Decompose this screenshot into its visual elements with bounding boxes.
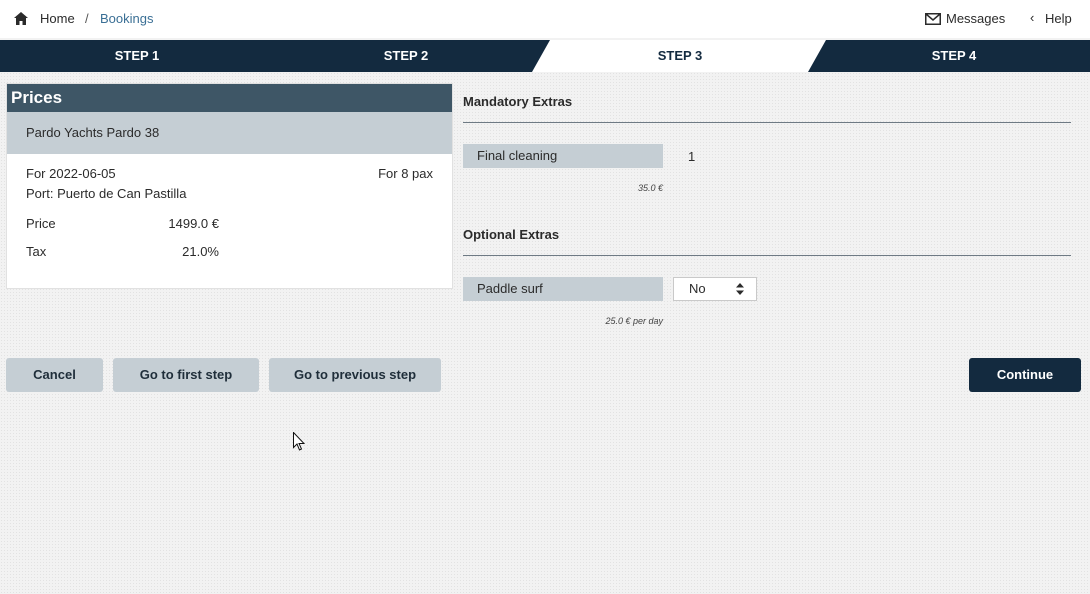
mandatory-divider — [463, 122, 1071, 123]
extra-price: 25.0 € per day — [605, 316, 663, 326]
select-value: No — [689, 281, 706, 296]
step-progress: STEP 1 STEP 2 STEP 3 STEP 4 — [0, 40, 1090, 72]
extra-label: Paddle surf — [477, 281, 543, 296]
extra-final-cleaning: Final cleaning 35.0 € — [463, 144, 663, 193]
port-name: Port: Puerto de Can Pastilla — [26, 186, 187, 201]
boat-name: Pardo Yachts Pardo 38 — [7, 112, 452, 154]
prices-card: Prices Pardo Yachts Pardo 38 For 2022-06… — [6, 83, 453, 289]
paddle-surf-select[interactable]: No — [673, 277, 757, 301]
step-3-active: STEP 3 — [657, 48, 703, 63]
previous-step-button[interactable]: Go to previous step — [269, 358, 441, 392]
messages-link[interactable]: Messages — [946, 11, 1005, 26]
step-1: STEP 1 — [114, 48, 160, 63]
chevron-left-icon: ‹ — [1030, 10, 1035, 25]
breadcrumb-bookings[interactable]: Bookings — [100, 11, 153, 26]
cancel-button[interactable]: Cancel — [6, 358, 103, 392]
sort-arrows-icon — [736, 283, 744, 295]
price-label: Price — [26, 216, 56, 231]
step-2: STEP 2 — [383, 48, 429, 63]
tax-value: 21.0% — [182, 244, 219, 259]
price-value: 1499.0 € — [168, 216, 219, 231]
step-4: STEP 4 — [931, 48, 977, 63]
mandatory-extras-title: Mandatory Extras — [463, 94, 573, 109]
breadcrumb-separator: / — [85, 11, 89, 26]
mail-icon[interactable] — [925, 13, 941, 25]
optional-divider — [463, 255, 1071, 256]
continue-button[interactable]: Continue — [969, 358, 1081, 392]
extra-quantity: 1 — [688, 149, 696, 164]
first-step-button[interactable]: Go to first step — [113, 358, 259, 392]
breadcrumb-home[interactable]: Home — [40, 11, 75, 26]
optional-extras-title: Optional Extras — [463, 227, 560, 242]
mouse-cursor-icon — [293, 432, 305, 451]
tax-label: Tax — [26, 244, 47, 259]
booking-date: For 2022-06-05 — [26, 166, 116, 181]
pax-count: For 8 pax — [378, 166, 433, 181]
top-bar: Home / Bookings Messages ‹ Help — [0, 0, 1090, 38]
home-icon[interactable] — [14, 12, 28, 25]
prices-title: Prices — [7, 84, 452, 112]
help-link[interactable]: Help — [1045, 11, 1072, 26]
extra-paddle-surf: Paddle surf 25.0 € per day — [463, 277, 663, 326]
extra-label: Final cleaning — [477, 148, 558, 163]
extra-price: 35.0 € — [637, 183, 663, 193]
